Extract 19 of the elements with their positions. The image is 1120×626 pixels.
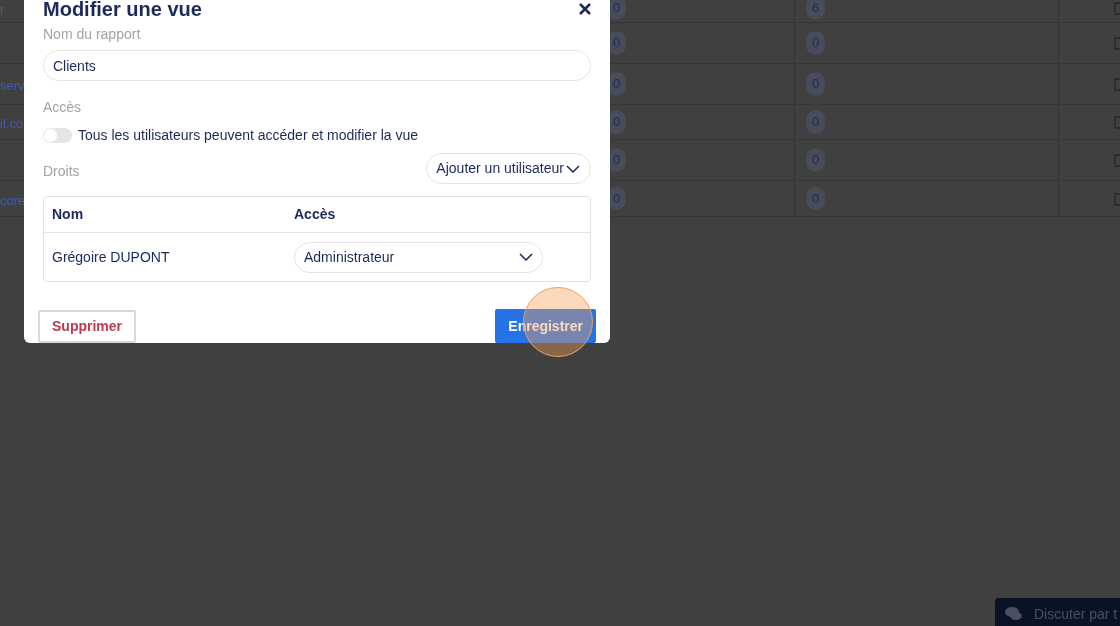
delete-button[interactable]: Supprimer <box>38 309 136 343</box>
table-cell-text: serv <box>0 77 25 96</box>
field-label: Accès <box>43 98 82 117</box>
chevron-down-icon <box>566 164 580 173</box>
column-header: Accès <box>294 205 336 224</box>
chevron-down-icon <box>519 253 533 261</box>
table-cell-text: il.co <box>0 115 24 134</box>
table-cell-text: r <box>0 1 5 20</box>
field-label: Droits <box>43 162 80 181</box>
column-header: Nom <box>52 205 85 224</box>
table-cell-text: core <box>0 191 26 210</box>
field-label: Nom du rapport <box>43 25 141 44</box>
toggle-switch[interactable] <box>43 128 72 143</box>
toggle-label: Tous les utilisateurs peuvent accéder et modifier la vue <box>78 126 419 145</box>
table-cell-text: Grégoire DUPONT <box>52 247 171 267</box>
dialog-title: Modifier une vue <box>43 0 202 22</box>
close-icon[interactable] <box>579 3 591 15</box>
report-name-field[interactable]: Clients <box>43 50 591 81</box>
chat-bubbles-icon <box>1005 607 1022 621</box>
